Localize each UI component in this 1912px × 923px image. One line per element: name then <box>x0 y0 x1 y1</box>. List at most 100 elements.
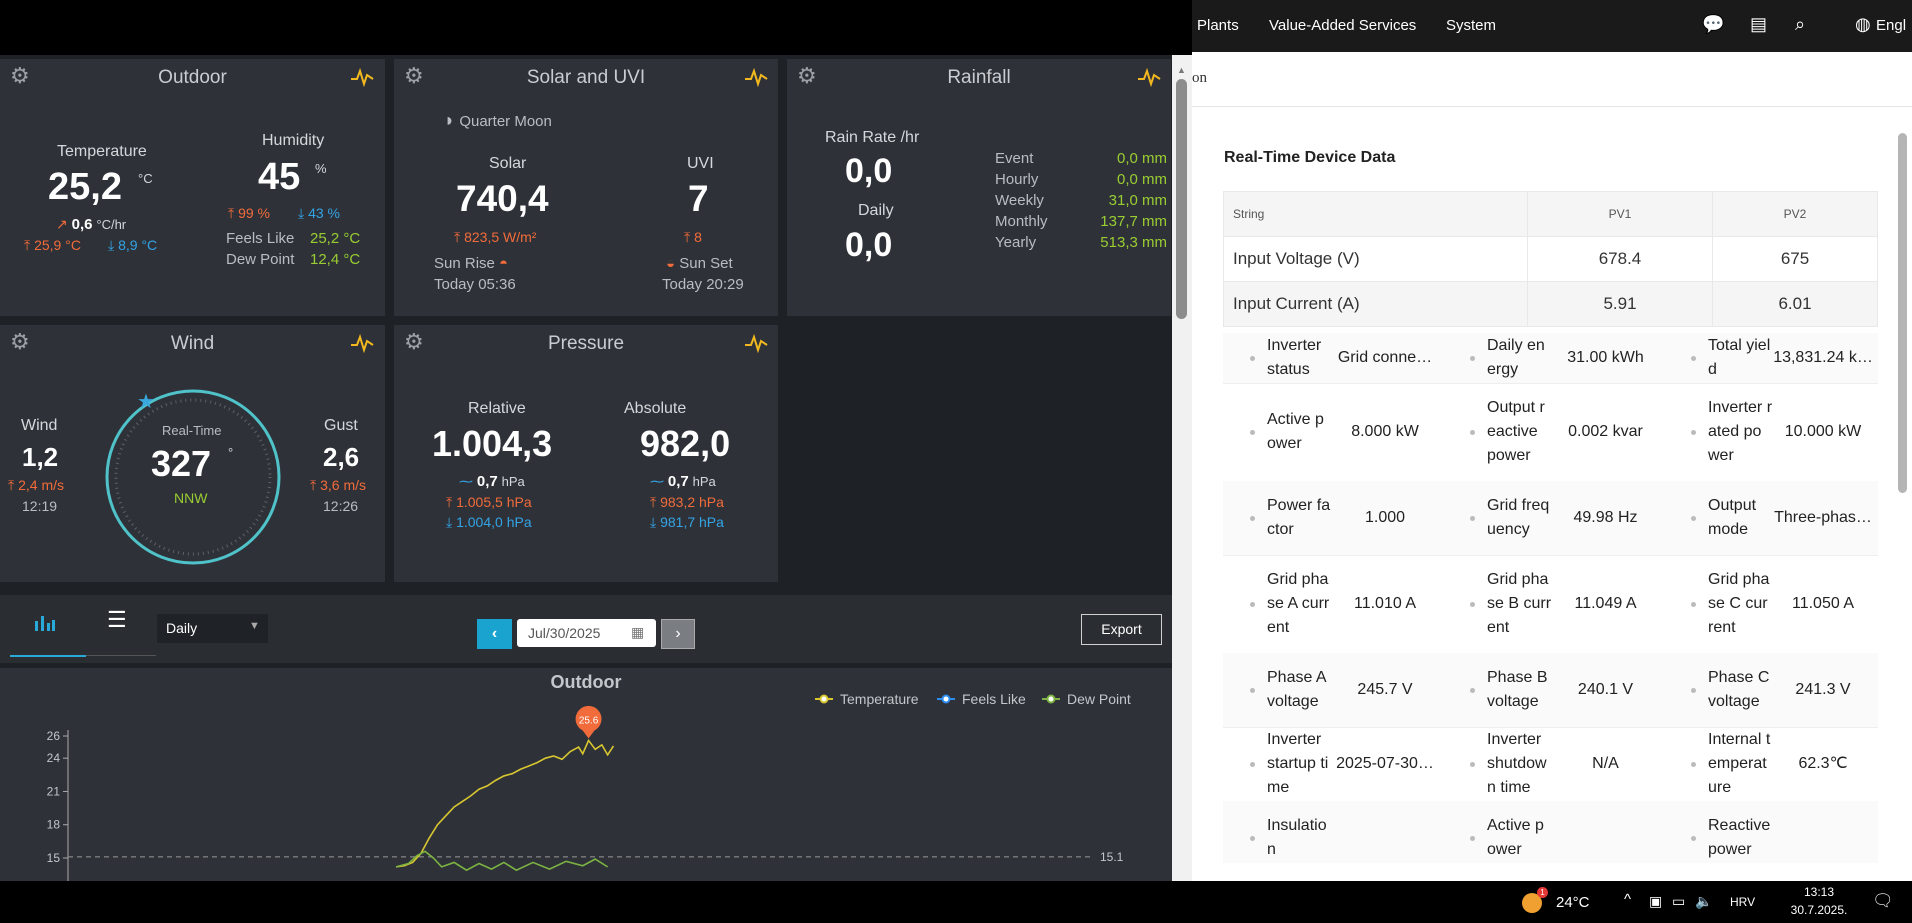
gust-value: 2,6 <box>323 442 360 472</box>
humidity-low: ⤓ 43 % <box>298 205 341 221</box>
period-select[interactable]: Daily ▼ <box>157 614 268 643</box>
metric-label: Output reactive power <box>1487 399 1545 464</box>
pulse-icon[interactable] <box>744 67 768 87</box>
nav-plants[interactable]: Plants <box>1197 17 1239 34</box>
bullet-icon <box>1470 602 1475 607</box>
bullet-icon <box>1470 836 1475 841</box>
chat-icon[interactable]: 💬 <box>1702 14 1724 35</box>
pulse-icon[interactable] <box>350 67 374 87</box>
absolute-label: Absolute <box>624 400 687 417</box>
network-icon[interactable]: ▭ <box>1672 893 1685 910</box>
metric-label: Total yield <box>1708 337 1771 378</box>
search-icon[interactable]: ⌕ <box>1795 14 1805 35</box>
solar-label: Solar <box>489 155 527 172</box>
pressure-panel: ⚙ Pressure Relative 1.004,3 ⁓ 0,7 hPa ⤒ … <box>394 325 778 582</box>
scrollbar-thumb[interactable] <box>1176 79 1187 319</box>
grid-row: Insulation Active power Reactive power <box>1223 801 1878 863</box>
scroll-up-icon[interactable]: ▲ <box>1177 65 1186 75</box>
y-tick-label: 18 <box>47 818 61 832</box>
device-data-grid: Inverter status Grid conne… Daily energy 31… <box>1223 333 1878 863</box>
metric-value: 8.000 kW <box>1351 423 1419 440</box>
uvi-label: UVI <box>687 155 714 172</box>
export-button[interactable]: Export <box>1081 614 1162 645</box>
chevron-up-icon[interactable]: ^ <box>1624 891 1631 908</box>
dew-point-value: 12,4 °C <box>310 251 361 268</box>
bullet-icon <box>1470 516 1475 521</box>
metric-label: Inverter rated power <box>1708 399 1773 464</box>
wind-direction-marker-icon: ★ <box>137 391 155 413</box>
arrow-max-icon: ⤒ <box>650 494 657 510</box>
calendar-icon[interactable]: ▤ <box>1750 14 1767 35</box>
clock-time[interactable]: 13:13 <box>1784 885 1854 899</box>
relative-label: Relative <box>468 400 526 417</box>
grid-row: Inverter status Grid conne… Daily energy 31… <box>1223 333 1878 384</box>
next-date-button[interactable]: › <box>661 619 695 649</box>
globe-icon[interactable]: ◍ <box>1855 14 1871 35</box>
notifications-icon[interactable]: 🗨 <box>1872 891 1894 911</box>
pulse-icon[interactable] <box>1137 67 1161 87</box>
rain-daily-value: 0,0 <box>845 226 893 264</box>
wind-direction-name: NNW <box>174 490 208 506</box>
temperature-unit: °C <box>138 171 153 186</box>
temperature-low: ⤓ 8,9 °C <box>108 237 158 253</box>
metric-value: 13,831.24 k… <box>1773 349 1873 366</box>
metric-value: 11.049 A <box>1574 595 1637 612</box>
browser-top-bar <box>0 0 1192 55</box>
dew-point-series-line <box>395 850 609 872</box>
nav-system[interactable]: System <box>1446 17 1496 34</box>
grid-row: Power factor 1.000 Grid frequency 49.98 Hz O… <box>1223 481 1878 556</box>
outdoor-chart: Outdoor Temperature Feels Like Dew Point 26 2… <box>47 672 1131 881</box>
bullet-icon <box>1250 602 1255 607</box>
arrow-min-icon: ⤓ <box>446 514 453 530</box>
string-table: String PV1 PV2 Input Voltage (V) 678.4 6… <box>1223 191 1878 327</box>
metric-label: Grid frequency <box>1487 497 1550 538</box>
language-selector[interactable]: Engl <box>1876 17 1906 34</box>
metric-label: Active power <box>1487 817 1544 858</box>
y-tick-label: 24 <box>47 751 61 765</box>
rain-rate-label: Rain Rate /hr <box>825 129 920 146</box>
arrow-max-icon: ⤒ <box>446 494 453 510</box>
date-picker[interactable]: Jul/30/2025 ▦ <box>517 619 656 647</box>
trend-up-icon: ↗ <box>56 216 68 232</box>
metric-label: Insulation <box>1267 817 1327 858</box>
arrow-min-icon: ⤓ <box>108 237 115 253</box>
metric-label: Grid phase C current <box>1708 571 1770 636</box>
volume-icon[interactable]: 🔈 <box>1695 893 1712 910</box>
arrow-max-icon: ⤒ <box>684 229 691 245</box>
input-language[interactable]: HRV <box>1730 895 1755 909</box>
weather-scrollbar[interactable]: ▲ <box>1172 55 1192 881</box>
sunset: ◒ Sun Set <box>666 255 733 272</box>
absolute-low: ⤓ 981,7 hPa <box>650 514 724 530</box>
metric-value: 1.000 <box>1364 509 1406 526</box>
nav-value-added-services[interactable]: Value-Added Services <box>1269 17 1416 34</box>
list-icon[interactable]: ☰ <box>107 607 127 633</box>
bullet-icon <box>1250 836 1255 841</box>
wind-max: ⤒ 2,4 m/s <box>8 477 64 493</box>
bullet-icon <box>1691 688 1696 693</box>
wind-value: 1,2 <box>22 442 59 472</box>
metric-label: Output mode <box>1708 497 1757 538</box>
realtime-label: Real-Time <box>162 423 222 438</box>
bullet-icon <box>1691 356 1696 361</box>
temperature-rate: ↗ 0,6 °C/hr <box>56 216 127 233</box>
metric-value: N/A <box>1592 755 1619 772</box>
wind-direction-unit: ° <box>228 445 234 460</box>
bar-chart-icon[interactable] <box>33 613 57 633</box>
clock-date[interactable]: 30.7.2025. <box>1784 903 1854 917</box>
pulse-icon[interactable] <box>744 333 768 353</box>
humidity-unit: % <box>315 161 327 176</box>
device-icon[interactable]: ▣ <box>1649 893 1662 910</box>
calendar-icon: ▦ <box>631 624 645 640</box>
chart-toolbar: ☰ Daily ▼ ‹ Jul/30/2025 ▦ › Export <box>0 595 1172 663</box>
sunset-icon: ◒ <box>666 255 676 272</box>
solar-scrollbar-thumb[interactable] <box>1898 133 1907 493</box>
pulse-icon[interactable] <box>350 333 374 353</box>
taskbar-weather[interactable]: 24°C <box>1556 894 1590 911</box>
prev-date-button[interactable]: ‹ <box>477 619 512 649</box>
legend-label: Dew Point <box>1067 691 1131 707</box>
feels-like-value: 25,2 °C <box>310 230 361 247</box>
relative-value: 1.004,3 <box>432 423 553 464</box>
wind-panel: ⚙ Wind Wind 1,2 ⤒ 2,4 m/s 12:19 ★ Real-T… <box>0 325 385 582</box>
metric-label: Phase B voltage <box>1487 669 1548 710</box>
bullet-icon <box>1691 430 1696 435</box>
